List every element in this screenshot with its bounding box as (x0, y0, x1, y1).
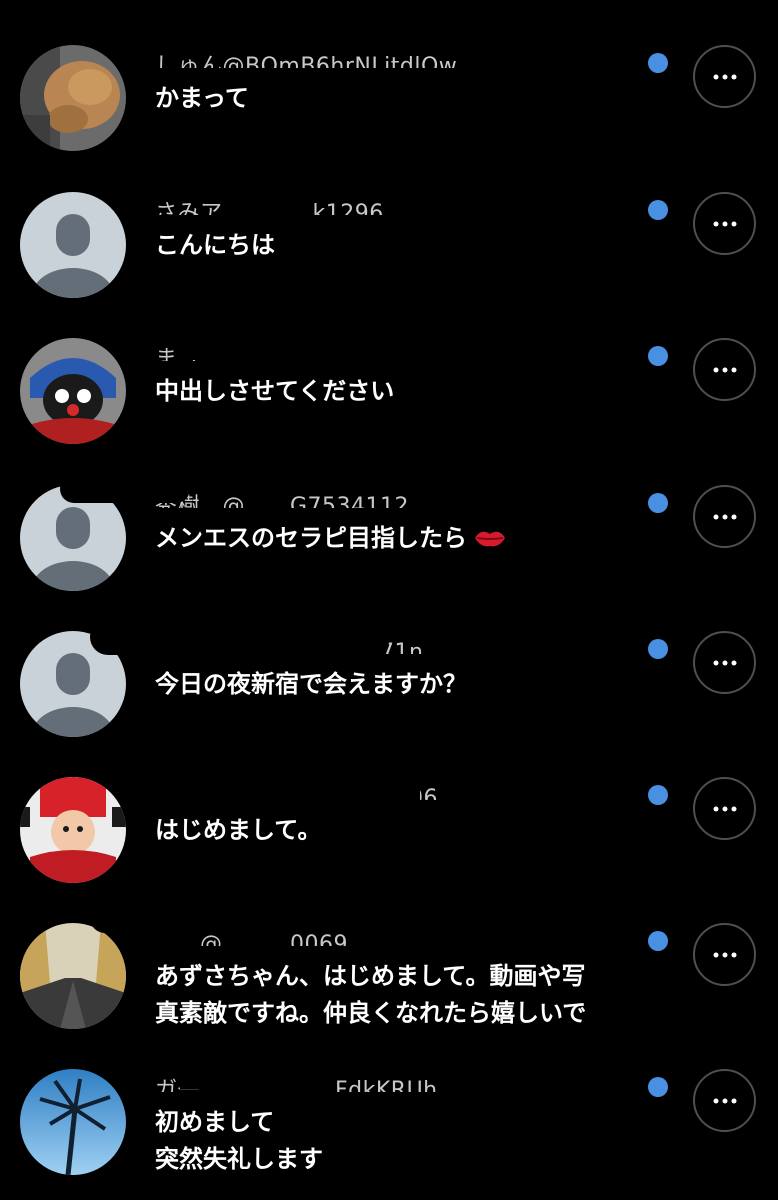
message-preview: かまって (155, 80, 645, 117)
message-preview: あずさちゃん、はじめまして。動画や写 真素敵ですね。仲良くなれたら嬉しいで (155, 958, 645, 1032)
more-options-button[interactable] (693, 192, 756, 255)
ellipsis-icon (713, 660, 736, 665)
message-line: あずさちゃん、はじめまして。動画や写 (155, 962, 586, 990)
more-options-button[interactable] (693, 45, 756, 108)
redaction-mark (90, 903, 230, 933)
message-preview: 今日の夜新宿で会えますか？ (155, 666, 645, 703)
message-line: 今日の夜新宿で会えますか？ (155, 670, 467, 698)
ellipsis-icon (713, 1098, 736, 1103)
redaction-mark (180, 338, 480, 360)
message-line: こんにちは (155, 231, 275, 259)
sender-handle: さみア k1296 (155, 201, 384, 215)
unread-dot (648, 493, 668, 513)
unread-dot (648, 200, 668, 220)
sender-handle: しゅん@BQmB6hrNLjtdlQw (155, 54, 458, 68)
conversation-row[interactable]: しゅん@BQmB6hrNLjtdlQw かまって (0, 25, 778, 172)
redaction-mark (150, 775, 420, 801)
message-preview: はじめまして。 (155, 812, 645, 849)
lips-emoji (473, 524, 507, 561)
avatar[interactable] (20, 45, 126, 151)
message-line: はじめまして。 (155, 816, 322, 844)
ellipsis-icon (713, 221, 736, 226)
more-options-button[interactable] (693, 777, 756, 840)
unread-dot (648, 1077, 668, 1097)
message-line: 突然失礼します (155, 1145, 323, 1173)
avatar[interactable] (20, 777, 126, 883)
unread-dot (648, 346, 668, 366)
more-options-button[interactable] (693, 338, 756, 401)
redaction-mark (90, 619, 390, 655)
photo-icon (20, 777, 126, 883)
ellipsis-icon (713, 74, 736, 79)
photo-icon (20, 1069, 126, 1175)
unread-dot (648, 53, 668, 73)
photo-icon (20, 338, 126, 444)
conversation-row[interactable]: 1006 はじめまして。 (0, 757, 778, 904)
more-options-button[interactable] (693, 1069, 756, 1132)
photo-icon (20, 923, 126, 1029)
ellipsis-icon (713, 367, 736, 372)
message-line: メンエスのセラピ目指したら (155, 520, 645, 561)
redaction-mark (60, 475, 190, 503)
conversation-row[interactable]: 71n 今日の夜新宿で会えますか？ (0, 611, 778, 758)
conversation-row[interactable]: さみア k1296 こんにちは (0, 172, 778, 319)
unread-dot (648, 639, 668, 659)
unread-dot (648, 785, 668, 805)
message-preview: 中出しさせてください (155, 373, 645, 410)
more-options-button[interactable] (693, 631, 756, 694)
message-preview: こんにちは (155, 227, 645, 264)
sender-handle: 秀樹 @ G7534112 (155, 494, 410, 508)
avatar[interactable] (20, 923, 126, 1029)
message-preview: 初めまして 突然失礼します (155, 1104, 645, 1178)
default-user-icon (20, 192, 126, 298)
avatar[interactable] (20, 192, 126, 298)
message-preview: メンエスのセラピ目指したら (155, 520, 645, 561)
more-options-button[interactable] (693, 485, 756, 548)
redaction-mark (180, 1067, 290, 1089)
ellipsis-icon (713, 514, 736, 519)
unread-dot (648, 931, 668, 951)
message-line: かまって (155, 84, 249, 112)
conversation-row[interactable]: @ 0069 あずさちゃん、はじめまして。動画や写 真素敵ですね。仲良くなれたら… (0, 903, 778, 1050)
more-options-button[interactable] (693, 923, 756, 986)
avatar[interactable] (20, 338, 126, 444)
conversation-row[interactable]: ガ一 FdkKRUh 初めまして 突然失礼します (0, 1049, 778, 1196)
message-line: 中出しさせてください (155, 377, 395, 405)
conversation-row[interactable]: 秀樹 @ G7534112 メンエスのセラピ目指したら (0, 465, 778, 612)
message-line: 初めまして (155, 1108, 275, 1136)
ellipsis-icon (713, 806, 736, 811)
conversation-row[interactable]: まう 中出しさせてください (0, 318, 778, 465)
message-request-list: しゅん@BQmB6hrNLjtdlQw かまって さみア k1296 こんにちは (0, 0, 778, 1200)
photo-icon (20, 45, 126, 151)
ellipsis-icon (713, 952, 736, 957)
message-line: 真素敵ですね。仲良くなれたら嬉しいで (155, 999, 587, 1027)
avatar[interactable] (20, 1069, 126, 1175)
